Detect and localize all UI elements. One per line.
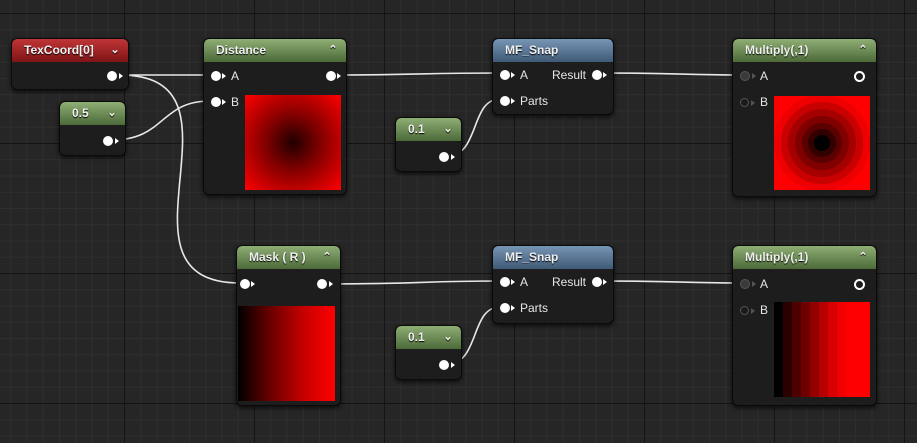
- chevron-down-icon[interactable]: ⌄: [108, 39, 122, 62]
- multiply-output-pin[interactable]: [854, 279, 865, 290]
- chevron-down-icon[interactable]: ⌄: [441, 118, 455, 141]
- wire-distance-to-snap1: [329, 72, 501, 76]
- multiply-input-a-arrow-icon: [752, 281, 756, 287]
- multiply-input-a-pin[interactable]: [740, 279, 750, 289]
- multiply-pin-a-label: A: [760, 69, 769, 83]
- distance-preview: [245, 95, 341, 190]
- distance-output-arrow-icon: [337, 73, 341, 79]
- wire-snap2-to-multiply2: [599, 280, 741, 284]
- texcoord-node[interactable]: TexCoord[0] ⌄: [11, 38, 129, 90]
- mf-snap-node-1[interactable]: MF_Snap A Result Parts: [492, 38, 614, 115]
- distance-title: Distance: [216, 43, 267, 57]
- mf-snap-header[interactable]: MF_Snap: [493, 246, 613, 269]
- multiply-header[interactable]: Multiply(,1) ⌃: [733, 39, 876, 62]
- distance-node[interactable]: Distance ⌃ A B: [203, 38, 347, 195]
- chevron-up-icon[interactable]: ⌃: [326, 39, 340, 62]
- mf-snap-header[interactable]: MF_Snap: [493, 39, 613, 62]
- multiply-header[interactable]: Multiply(,1) ⌃: [733, 246, 876, 269]
- mask-preview: [238, 306, 335, 401]
- multiply-input-b-arrow-icon: [751, 100, 755, 106]
- multiply-title: Multiply(,1): [745, 43, 809, 57]
- constant-header[interactable]: 0.5 ⌄: [60, 102, 125, 125]
- distance-input-b-arrow-icon: [222, 99, 226, 105]
- chevron-down-icon[interactable]: ⌄: [105, 102, 119, 125]
- constant-header[interactable]: 0.1 ⌄: [396, 326, 461, 349]
- wire-snap1-to-multiply1: [599, 72, 741, 76]
- multiply-pin-b-label: B: [760, 95, 769, 109]
- distance-input-a-arrow-icon: [222, 73, 226, 79]
- snap-input-parts-arrow-icon: [511, 305, 515, 311]
- snap-input-parts-pin[interactable]: [500, 303, 510, 313]
- snap-output-arrow-icon: [603, 279, 607, 285]
- constant-value: 0.1: [408, 330, 425, 344]
- mf-snap-node-2[interactable]: MF_Snap A Result Parts: [492, 245, 614, 324]
- texcoord-title: TexCoord[0]: [24, 43, 94, 57]
- snap-output-pin[interactable]: [592, 277, 602, 287]
- wire-const-to-distance-b: [111, 100, 211, 141]
- mf-snap-title: MF_Snap: [505, 43, 559, 57]
- wire-mask-to-snap2: [323, 280, 501, 285]
- snap-pin-a-label: A: [520, 68, 529, 82]
- multiply-output-pin[interactable]: [854, 71, 865, 82]
- snap-input-a-arrow-icon: [511, 72, 515, 78]
- mask-header[interactable]: Mask ( R ) ⌃: [237, 246, 340, 269]
- mask-input-arrow-icon: [251, 281, 255, 287]
- distance-input-a-pin[interactable]: [211, 71, 221, 81]
- multiply-input-b-arrow-icon: [751, 308, 755, 314]
- distance-pin-b-label: B: [231, 95, 240, 109]
- distance-input-b-pin[interactable]: [211, 97, 221, 107]
- multiply-preview: [774, 96, 870, 190]
- multiply-input-a-pin[interactable]: [740, 71, 750, 81]
- distance-pin-a-label: A: [231, 69, 240, 83]
- snap-result-label: Result: [552, 275, 587, 289]
- multiply-node-2[interactable]: Multiply(,1) ⌃ A B: [732, 245, 877, 406]
- multiply-title: Multiply(,1): [745, 250, 809, 264]
- snap-input-parts-arrow-icon: [511, 98, 515, 104]
- constant-value: 0.5: [72, 106, 89, 120]
- mask-node[interactable]: Mask ( R ) ⌃: [236, 245, 341, 406]
- constant-output-pin[interactable]: [439, 360, 449, 370]
- multiply-pin-a-label: A: [760, 277, 769, 291]
- constant-value: 0.1: [408, 122, 425, 136]
- snap-pin-parts-label: Parts: [520, 301, 549, 315]
- multiply-input-a-arrow-icon: [752, 73, 756, 79]
- mf-snap-title: MF_Snap: [505, 250, 559, 264]
- chevron-down-icon[interactable]: ⌄: [441, 326, 455, 349]
- multiply-node-1[interactable]: Multiply(,1) ⌃ A B: [732, 38, 877, 197]
- constant-node-0-1-bottom[interactable]: 0.1 ⌄: [395, 325, 462, 380]
- multiply-input-b-pin[interactable]: [740, 98, 749, 107]
- chevron-up-icon[interactable]: ⌃: [856, 246, 870, 269]
- snap-pin-parts-label: Parts: [520, 94, 549, 108]
- constant-output-arrow-icon: [115, 138, 119, 144]
- mask-output-pin[interactable]: [317, 279, 327, 289]
- multiply-pin-b-label: B: [760, 303, 769, 317]
- constant-node-0-5[interactable]: 0.5 ⌄: [59, 101, 126, 156]
- snap-input-a-arrow-icon: [511, 279, 515, 285]
- snap-output-arrow-icon: [603, 72, 607, 78]
- distance-output-pin[interactable]: [326, 71, 336, 81]
- mask-title: Mask ( R ): [249, 250, 306, 264]
- snap-input-parts-pin[interactable]: [500, 96, 510, 106]
- multiply-input-b-pin[interactable]: [740, 306, 749, 315]
- snap-pin-a-label: A: [520, 275, 529, 289]
- snap-input-a-pin[interactable]: [500, 277, 510, 287]
- constant-output-arrow-icon: [451, 362, 455, 368]
- chevron-up-icon[interactable]: ⌃: [320, 246, 334, 269]
- chevron-up-icon[interactable]: ⌃: [856, 39, 870, 62]
- constant-output-arrow-icon: [451, 154, 455, 160]
- mask-output-arrow-icon: [329, 281, 333, 287]
- constant-output-pin[interactable]: [103, 136, 113, 146]
- texcoord-header[interactable]: TexCoord[0] ⌄: [12, 39, 128, 62]
- snap-output-pin[interactable]: [592, 70, 602, 80]
- multiply-preview: [774, 302, 870, 397]
- constant-node-0-1-top[interactable]: 0.1 ⌄: [395, 117, 462, 172]
- texcoord-output-arrow-icon: [119, 73, 123, 79]
- texcoord-output-pin[interactable]: [107, 71, 117, 81]
- snap-result-label: Result: [552, 68, 587, 82]
- snap-input-a-pin[interactable]: [500, 70, 510, 80]
- distance-header[interactable]: Distance ⌃: [204, 39, 346, 62]
- constant-header[interactable]: 0.1 ⌄: [396, 118, 461, 141]
- mask-input-pin[interactable]: [240, 279, 250, 289]
- constant-output-pin[interactable]: [439, 152, 449, 162]
